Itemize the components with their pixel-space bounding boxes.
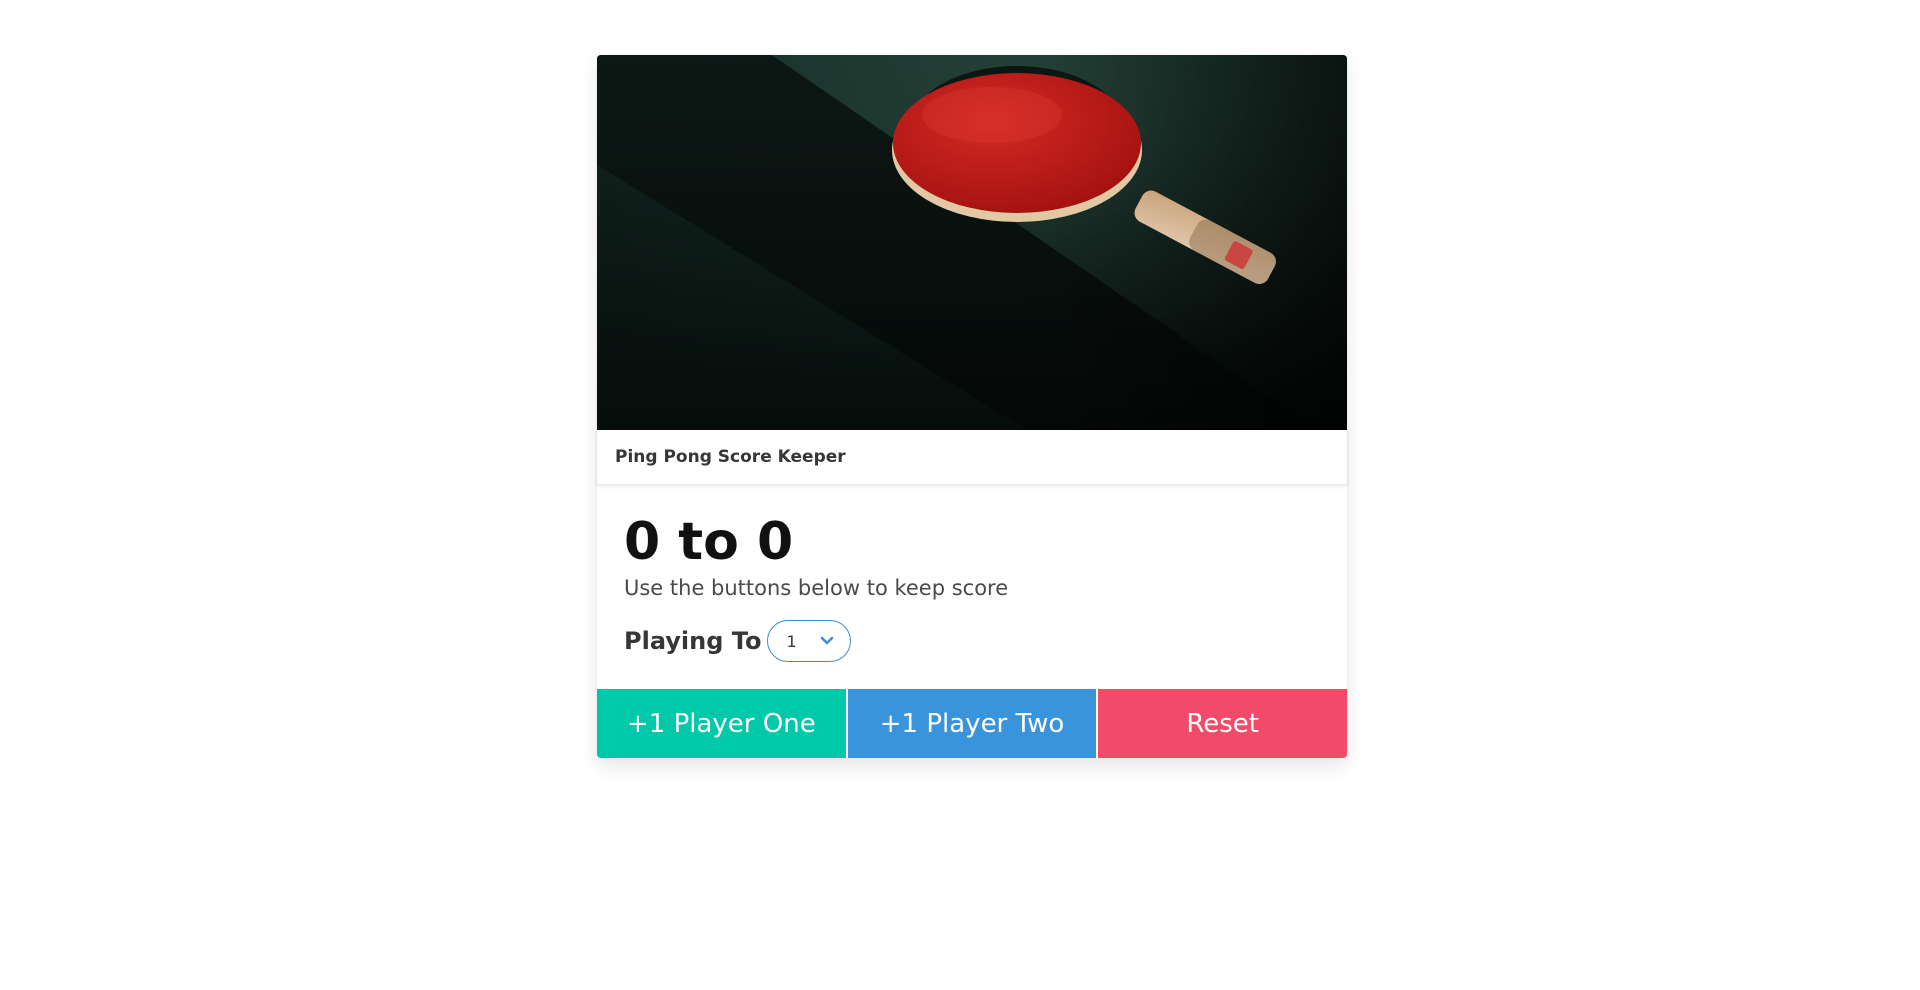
card-header: Ping Pong Score Keeper: [597, 430, 1347, 484]
score-keeper-card: Ping Pong Score Keeper 0 to 0 Use the bu…: [597, 55, 1348, 758]
reset-button[interactable]: Reset: [1098, 689, 1348, 758]
card-image: [597, 55, 1347, 430]
ping-pong-paddle-photo: [597, 55, 1347, 430]
card-footer: +1 Player One +1 Player Two Reset: [597, 689, 1348, 758]
player-one-button[interactable]: +1 Player One: [597, 689, 846, 758]
playing-to-selected-value: 1: [786, 631, 797, 651]
card-header-title: Ping Pong Score Keeper: [615, 447, 846, 467]
card-content: 0 to 0 Use the buttons below to keep sco…: [597, 484, 1347, 689]
playing-to-select[interactable]: 1: [767, 620, 852, 662]
score-display: 0 to 0: [624, 512, 794, 572]
chevron-down-icon: [821, 636, 834, 645]
score-instructions: Use the buttons below to keep score: [624, 576, 1009, 600]
player-two-button[interactable]: +1 Player Two: [847, 689, 1097, 758]
playing-to-row: Playing To 1: [624, 620, 1320, 662]
playing-to-label: Playing To: [624, 627, 762, 655]
